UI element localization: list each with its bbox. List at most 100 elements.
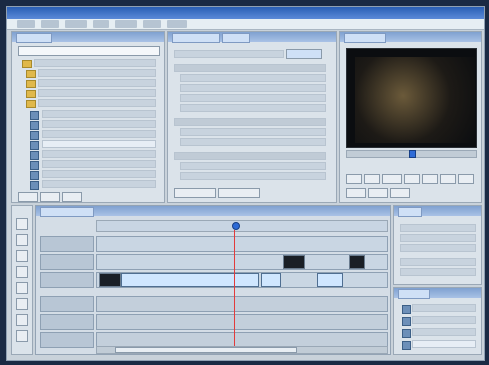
history-step[interactable]	[412, 340, 476, 348]
track-video-1[interactable]	[96, 236, 388, 252]
project-item[interactable]	[42, 140, 156, 148]
project-item[interactable]	[42, 160, 156, 168]
track-header-video-2[interactable]	[40, 254, 94, 270]
timeline-clip[interactable]	[317, 273, 343, 287]
tab-history[interactable]	[398, 289, 430, 299]
new-item-button[interactable]	[40, 192, 60, 202]
go-to-out-button[interactable]	[422, 174, 438, 184]
tab-program[interactable]	[344, 33, 386, 43]
opacity-header[interactable]	[174, 118, 326, 126]
new-bin-button[interactable]	[18, 192, 38, 202]
project-item[interactable]	[42, 180, 156, 188]
track-header-video-3[interactable]	[40, 272, 94, 288]
step-forward-button[interactable]	[404, 174, 420, 184]
track-header-audio-3[interactable]	[40, 332, 94, 348]
menu-item-window[interactable]	[167, 20, 187, 28]
tab-timeline-sequence[interactable]	[40, 207, 94, 217]
step-back-button[interactable]	[364, 174, 380, 184]
timeline-scrollbar[interactable]	[96, 346, 388, 354]
timeline-scroll-thumb[interactable]	[115, 347, 297, 353]
timeline-clip[interactable]	[121, 273, 259, 287]
hand-tool-button[interactable]	[16, 330, 28, 342]
clip-icon	[30, 141, 39, 150]
export-frame-button[interactable]	[390, 188, 410, 198]
folder-icon	[22, 60, 32, 68]
track-header-audio-2[interactable]	[40, 314, 94, 330]
ripple-edit-tool-button[interactable]	[16, 250, 28, 262]
timeline-playhead-line	[234, 230, 235, 350]
play-button[interactable]	[382, 174, 402, 184]
slip-tool-button[interactable]	[16, 298, 28, 310]
time-remapping-header[interactable]	[174, 152, 326, 160]
track-audio-1[interactable]	[96, 296, 388, 312]
tab-effect-controls[interactable]	[172, 33, 220, 43]
project-item[interactable]	[42, 150, 156, 158]
menu-item-file[interactable]	[17, 20, 35, 28]
extract-button[interactable]	[368, 188, 388, 198]
effect-row	[174, 50, 284, 58]
menu-item-project[interactable]	[65, 20, 87, 28]
delete-button[interactable]	[62, 192, 82, 202]
video-frame	[355, 57, 475, 143]
project-item[interactable]	[34, 59, 156, 67]
history-step[interactable]	[412, 304, 476, 312]
loop-button[interactable]	[440, 174, 456, 184]
safe-margins-button[interactable]	[458, 174, 474, 184]
effect-controls-button[interactable]	[218, 188, 260, 198]
menu-item-clip[interactable]	[93, 20, 109, 28]
clip-icon	[30, 161, 39, 170]
effect-controls-button[interactable]	[174, 188, 216, 198]
project-item[interactable]	[42, 120, 156, 128]
history-step[interactable]	[412, 328, 476, 336]
tab-audio-mixer[interactable]	[222, 33, 250, 43]
effect-dropdown[interactable]	[286, 49, 322, 59]
track-video-3[interactable]	[96, 272, 388, 288]
menu-item-edit[interactable]	[41, 20, 59, 28]
project-item[interactable]	[42, 110, 156, 118]
menu-item-sequence[interactable]	[115, 20, 137, 28]
info-row	[400, 224, 476, 232]
clip-icon	[30, 171, 39, 180]
timeline-titlebar	[36, 206, 390, 217]
lift-button[interactable]	[346, 188, 366, 198]
history-panel	[393, 287, 482, 355]
motion-header[interactable]	[174, 64, 326, 72]
tab-project[interactable]	[16, 33, 52, 43]
timeline-clip[interactable]	[283, 255, 305, 269]
project-item[interactable]	[38, 89, 156, 97]
monitor-playhead[interactable]	[409, 150, 416, 158]
timeline-clip[interactable]	[349, 255, 365, 269]
tab-info[interactable]	[398, 207, 422, 217]
project-item[interactable]	[42, 130, 156, 138]
folder-icon	[26, 80, 36, 88]
clip-icon	[30, 121, 39, 130]
timeline-playhead-handle[interactable]	[232, 222, 240, 230]
track-audio-2[interactable]	[96, 314, 388, 330]
track-header-video-1[interactable]	[40, 236, 94, 252]
razor-tool-button[interactable]	[16, 282, 28, 294]
rolling-edit-tool-button[interactable]	[16, 266, 28, 278]
go-to-in-button[interactable]	[346, 174, 362, 184]
project-item[interactable]	[42, 170, 156, 178]
info-row	[400, 244, 476, 252]
history-step[interactable]	[412, 316, 476, 324]
info-row	[400, 234, 476, 242]
pen-tool-button[interactable]	[16, 314, 28, 326]
project-item[interactable]	[38, 69, 156, 77]
history-step-icon	[402, 341, 411, 350]
track-select-tool-button[interactable]	[16, 234, 28, 246]
info-panel-titlebar	[394, 206, 481, 217]
monitor-timebar[interactable]	[346, 150, 477, 158]
track-header-audio-1[interactable]	[40, 296, 94, 312]
program-monitor-video[interactable]	[346, 48, 477, 148]
project-item[interactable]	[38, 79, 156, 87]
track-video-2[interactable]	[96, 254, 388, 270]
timeline-clip[interactable]	[99, 273, 121, 287]
project-search-input[interactable]	[18, 46, 160, 56]
selection-tool-button[interactable]	[16, 218, 28, 230]
timeline-clip[interactable]	[261, 273, 281, 287]
time-ruler[interactable]	[96, 220, 388, 232]
project-item[interactable]	[38, 99, 156, 107]
menu-item-marker[interactable]	[143, 20, 161, 28]
effect-row	[180, 94, 326, 102]
